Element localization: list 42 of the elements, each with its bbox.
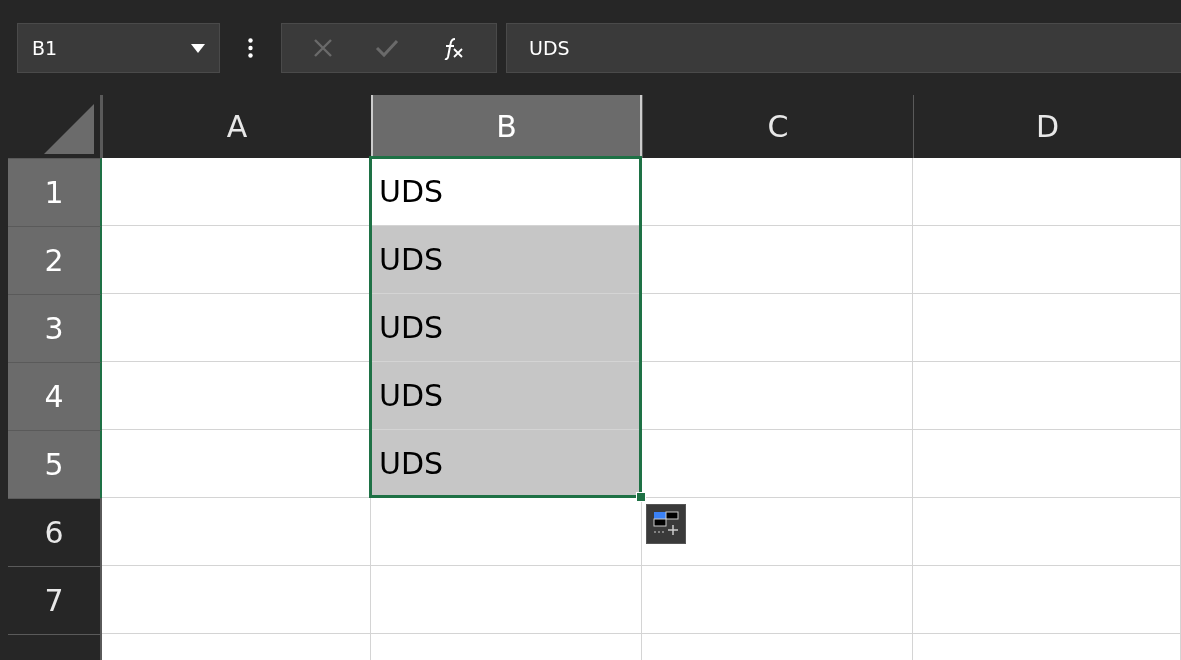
row-header[interactable]: 6	[8, 498, 102, 566]
quick-analysis-icon	[652, 510, 680, 538]
table-cell[interactable]	[642, 226, 913, 294]
row-header[interactable]: 4	[8, 362, 102, 430]
table-cell[interactable]	[913, 566, 1181, 634]
cancel-icon[interactable]	[313, 38, 333, 58]
more-options-icon[interactable]	[248, 38, 253, 58]
table-cell[interactable]	[913, 294, 1181, 362]
name-box[interactable]: B1	[17, 23, 220, 73]
table-cell[interactable]	[642, 294, 913, 362]
column-header[interactable]: D	[913, 95, 1181, 158]
table-cell[interactable]	[102, 566, 371, 634]
column-header[interactable]: C	[642, 95, 913, 158]
row-header[interactable]: 2	[8, 226, 102, 294]
row-header[interactable]: 1	[8, 158, 102, 226]
table-cell[interactable]: UDS	[371, 294, 642, 362]
table-cell[interactable]: UDS	[371, 362, 642, 430]
row-header[interactable]: 3	[8, 294, 102, 362]
table-cell[interactable]	[913, 498, 1181, 566]
table-cell[interactable]	[913, 226, 1181, 294]
row-header[interactable]: 5	[8, 430, 102, 498]
formula-bar[interactable]: UDS	[506, 23, 1181, 73]
table-cell[interactable]	[371, 566, 642, 634]
fill-handle[interactable]	[636, 492, 646, 502]
column-header[interactable]: B	[371, 95, 642, 158]
formula-text: UDS	[529, 35, 570, 61]
table-cell[interactable]	[913, 158, 1181, 226]
cell-reference: B1	[32, 35, 58, 61]
table-cell[interactable]	[913, 362, 1181, 430]
table-cell[interactable]	[913, 430, 1181, 498]
column-header[interactable]: A	[102, 95, 371, 158]
table-cell[interactable]	[642, 566, 913, 634]
table-cell[interactable]	[642, 498, 913, 566]
table-cell[interactable]: UDS	[371, 430, 642, 498]
table-cell[interactable]	[102, 498, 371, 566]
table-cell[interactable]	[642, 362, 913, 430]
row-header[interactable]: 7	[8, 566, 102, 634]
quick-analysis-button[interactable]	[646, 504, 686, 544]
checkmark-icon[interactable]	[375, 38, 399, 58]
table-cell[interactable]	[642, 158, 913, 226]
table-cell[interactable]: UDS	[371, 226, 642, 294]
dropdown-arrow-icon[interactable]	[191, 43, 205, 53]
